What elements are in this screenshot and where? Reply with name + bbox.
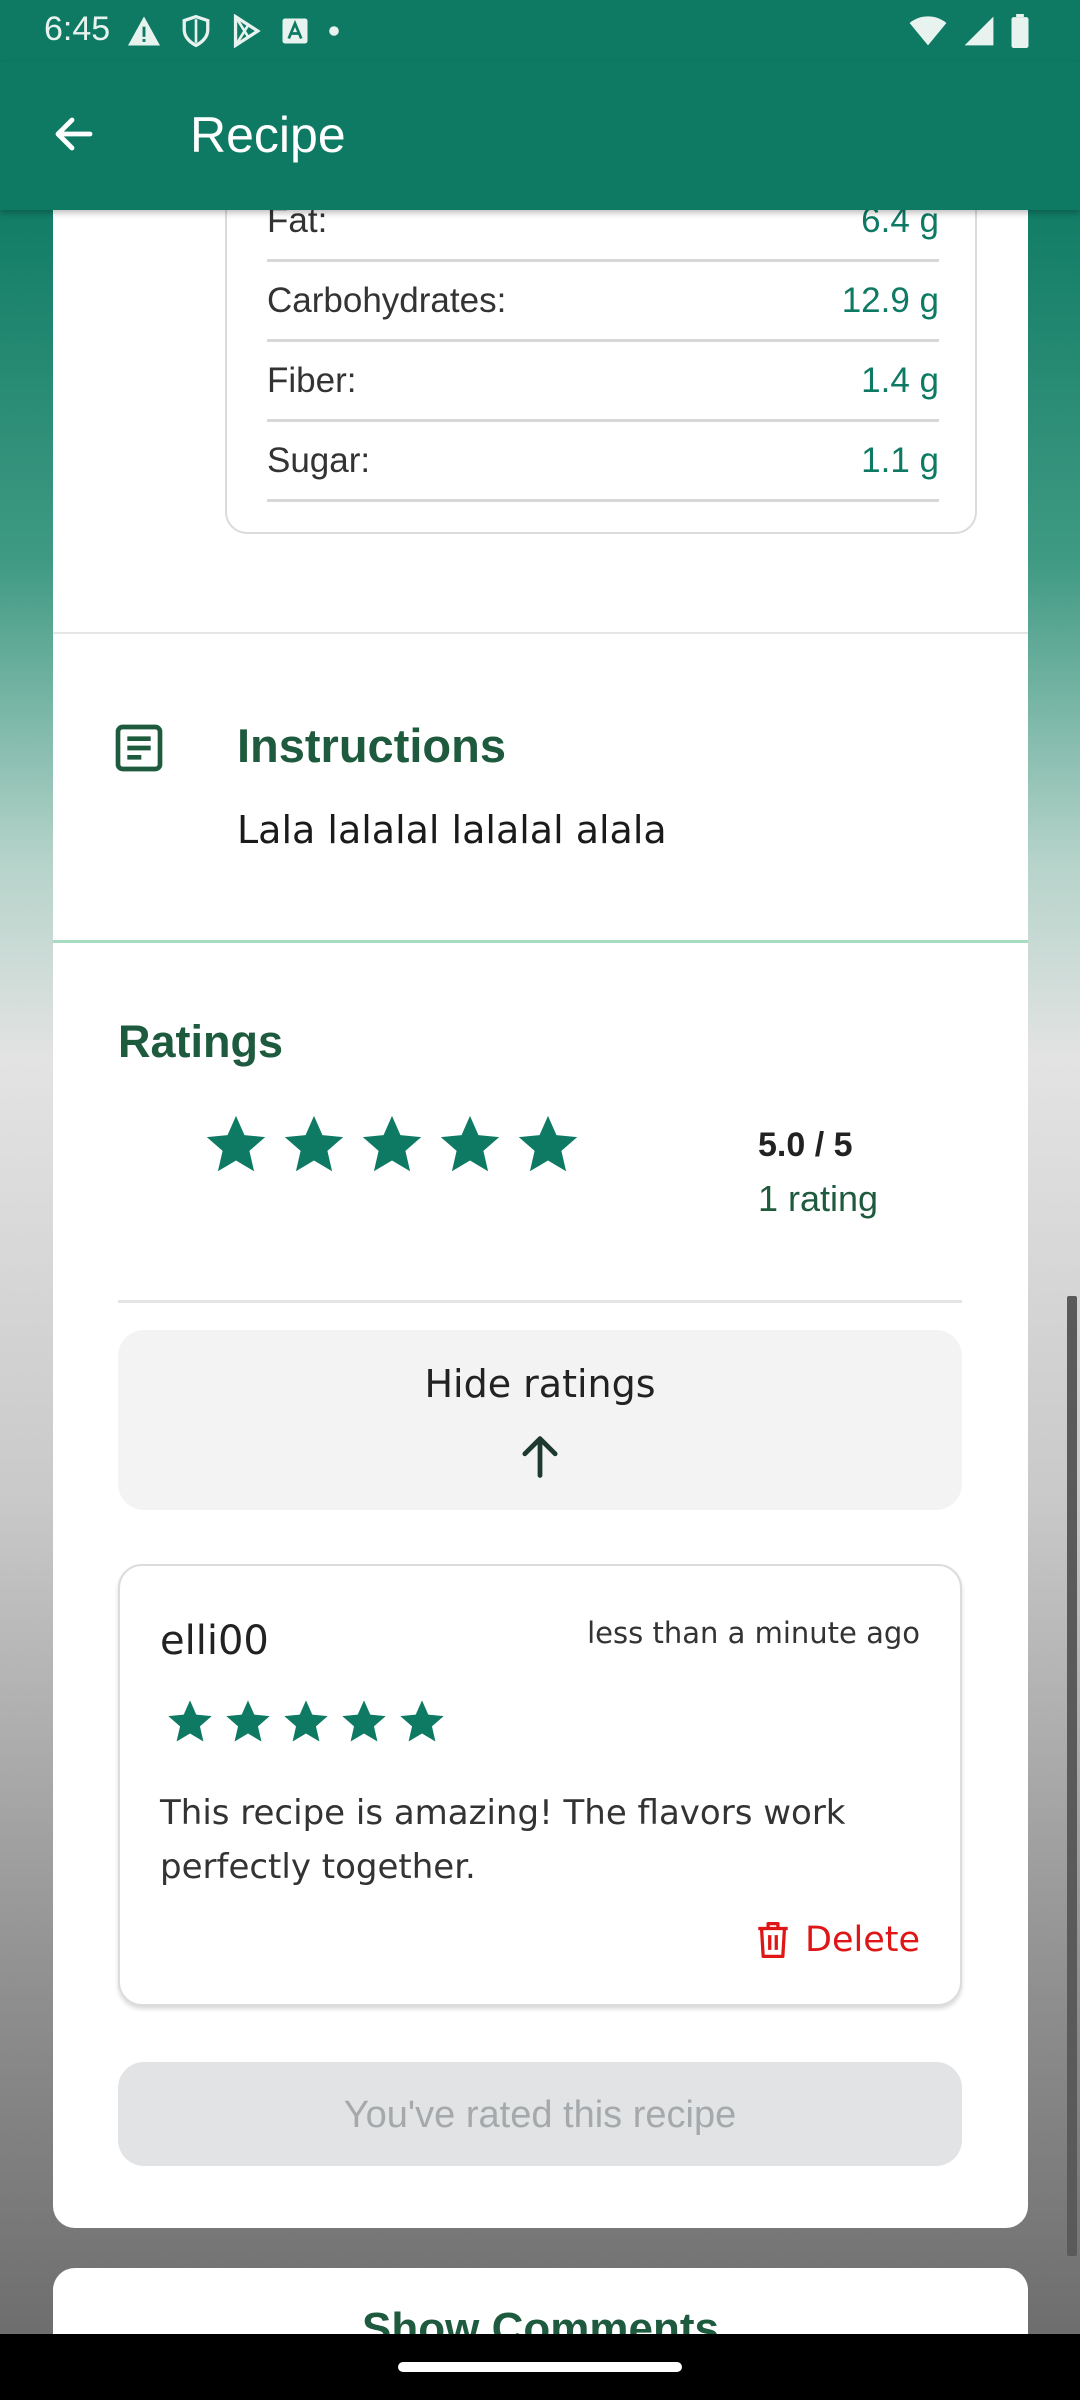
nutrition-value: 12.9 g bbox=[841, 281, 939, 320]
star-icon bbox=[284, 1115, 344, 1172]
delete-review-button[interactable]: Delete bbox=[755, 1920, 920, 1960]
page-title: Recipe bbox=[190, 107, 346, 163]
rated-recipe-label: You've rated this recipe bbox=[343, 2094, 737, 2136]
trash-icon bbox=[758, 1921, 788, 1958]
hide-ratings-label: Hide ratings bbox=[424, 1362, 656, 1406]
rating-score: 5.0 / 5 bbox=[758, 1126, 853, 1164]
battery-icon bbox=[1011, 14, 1029, 48]
navigation-bar bbox=[0, 2334, 1080, 2400]
document-icon bbox=[115, 724, 163, 772]
star-icon bbox=[226, 1700, 270, 1742]
average-rating-stars bbox=[201, 1110, 583, 1180]
star-icon bbox=[284, 1700, 328, 1742]
nutrition-row-sugar: Sugar: 1.1 g bbox=[267, 422, 939, 502]
rated-recipe-button[interactable]: You've rated this recipe bbox=[118, 2062, 962, 2166]
nutrition-label: Fiber: bbox=[267, 361, 357, 400]
star-icon bbox=[518, 1115, 578, 1172]
review-username: elli00 bbox=[160, 1618, 269, 1664]
arrow-left-icon bbox=[55, 117, 93, 151]
review-comment: This recipe is amazing! The flavors work… bbox=[160, 1793, 846, 1887]
recipe-detail-card: Fat: 6.4 g Carbohydrates: 12.9 g Fiber: … bbox=[53, 210, 1028, 2228]
section-divider bbox=[53, 632, 1028, 634]
dot-icon bbox=[329, 26, 339, 36]
arrow-up-icon bbox=[522, 1436, 558, 1478]
nutrition-row-fiber: Fiber: 1.4 g bbox=[267, 342, 939, 422]
nutrition-row-fat: Fat: 6.4 g bbox=[267, 210, 939, 262]
star-icon bbox=[400, 1700, 444, 1742]
home-gesture-handle[interactable] bbox=[398, 2362, 682, 2372]
nutrition-label: Sugar: bbox=[267, 441, 371, 480]
ratings-divider bbox=[118, 1300, 962, 1303]
section-divider-accent bbox=[53, 940, 1028, 943]
star-icon bbox=[342, 1700, 386, 1742]
back-button[interactable] bbox=[42, 102, 106, 166]
nutrition-value: 1.4 g bbox=[861, 361, 939, 400]
warning-icon bbox=[128, 16, 160, 46]
nutrition-value: 6.4 g bbox=[861, 210, 939, 240]
review-stars bbox=[164, 1696, 448, 1748]
status-left-icons bbox=[126, 14, 340, 48]
app-bar: Recipe bbox=[0, 62, 1080, 210]
star-icon bbox=[440, 1115, 500, 1172]
nutrition-table: Fat: 6.4 g Carbohydrates: 12.9 g Fiber: … bbox=[225, 210, 977, 534]
rating-count: 1 rating bbox=[758, 1178, 879, 1219]
shield-icon bbox=[182, 14, 210, 48]
ratings-title: Ratings bbox=[118, 1016, 284, 1067]
nutrition-label: Fat: bbox=[267, 210, 328, 240]
delete-label: Delete bbox=[805, 1920, 920, 1960]
instructions-title: Instructions bbox=[237, 719, 506, 772]
review-timestamp: less than a minute ago bbox=[587, 1616, 920, 1650]
scrollbar[interactable] bbox=[1067, 1296, 1077, 2256]
status-time: 6:45 bbox=[44, 10, 111, 48]
star-icon bbox=[362, 1115, 422, 1172]
star-icon bbox=[206, 1115, 266, 1172]
nutrition-value: 1.1 g bbox=[861, 441, 939, 480]
star-icon bbox=[168, 1700, 212, 1742]
instructions-text: Lala lalalal lalalal alala bbox=[237, 808, 667, 852]
font-icon bbox=[282, 18, 308, 44]
nutrition-label: Carbohydrates: bbox=[267, 281, 507, 320]
review-card: elli00 less than a minute ago This recip… bbox=[118, 1564, 962, 2006]
hide-ratings-button[interactable]: Hide ratings bbox=[118, 1330, 962, 1510]
wifi-icon bbox=[909, 16, 947, 46]
status-bar: 6:45 bbox=[0, 0, 1080, 62]
nutrition-row-carbohydrates: Carbohydrates: 12.9 g bbox=[267, 262, 939, 342]
play-store-icon bbox=[233, 14, 261, 48]
signal-icon bbox=[964, 16, 994, 46]
status-right-icons bbox=[908, 14, 1030, 48]
